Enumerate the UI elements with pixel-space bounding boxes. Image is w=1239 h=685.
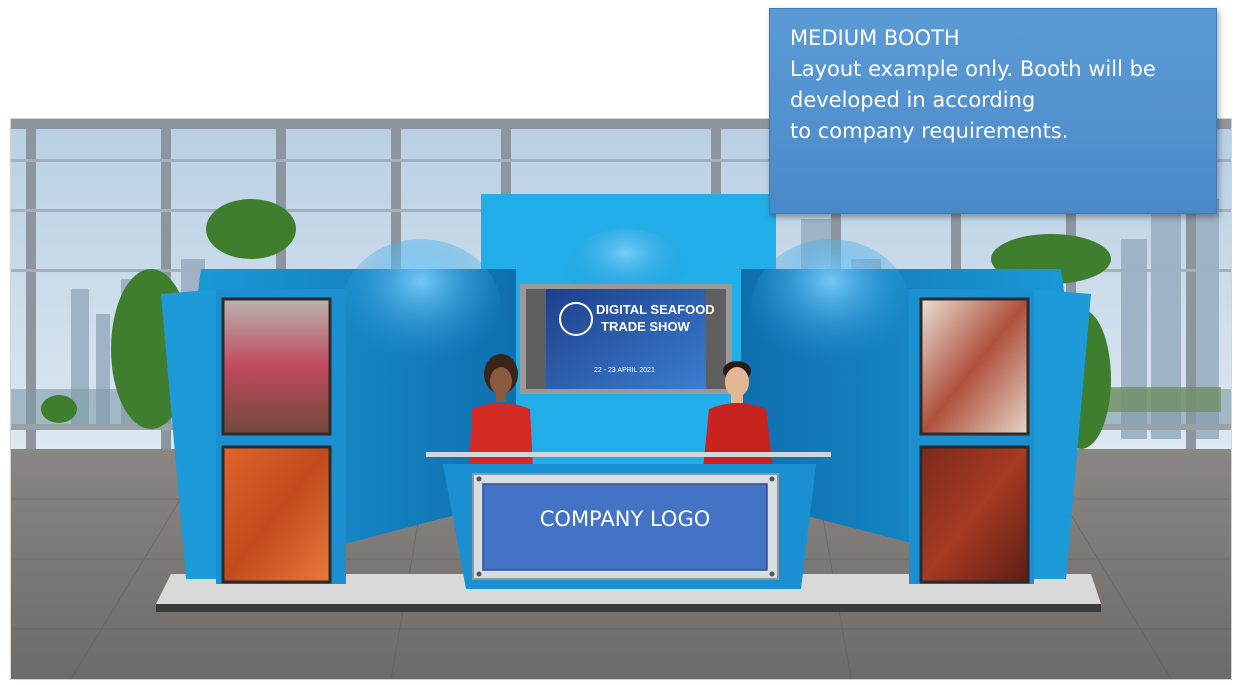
screen-dates: 22 - 23 APRIL 2021 [594, 367, 655, 374]
screen-title-2: TRADE SHOW [601, 319, 691, 334]
callout-line-1: Layout example only. Booth will be [790, 57, 1156, 81]
screen-title-1: DIGITAL SEAFOOD [596, 302, 715, 317]
company-logo-label: COMPANY LOGO [540, 507, 711, 531]
booth-callout: MEDIUM BOOTH Layout example only. Booth … [769, 8, 1217, 214]
callout-title: MEDIUM BOOTH [790, 26, 960, 50]
callout-line-3: to company requirements. [790, 119, 1069, 143]
callout-line-2: developed in according [790, 88, 1036, 112]
